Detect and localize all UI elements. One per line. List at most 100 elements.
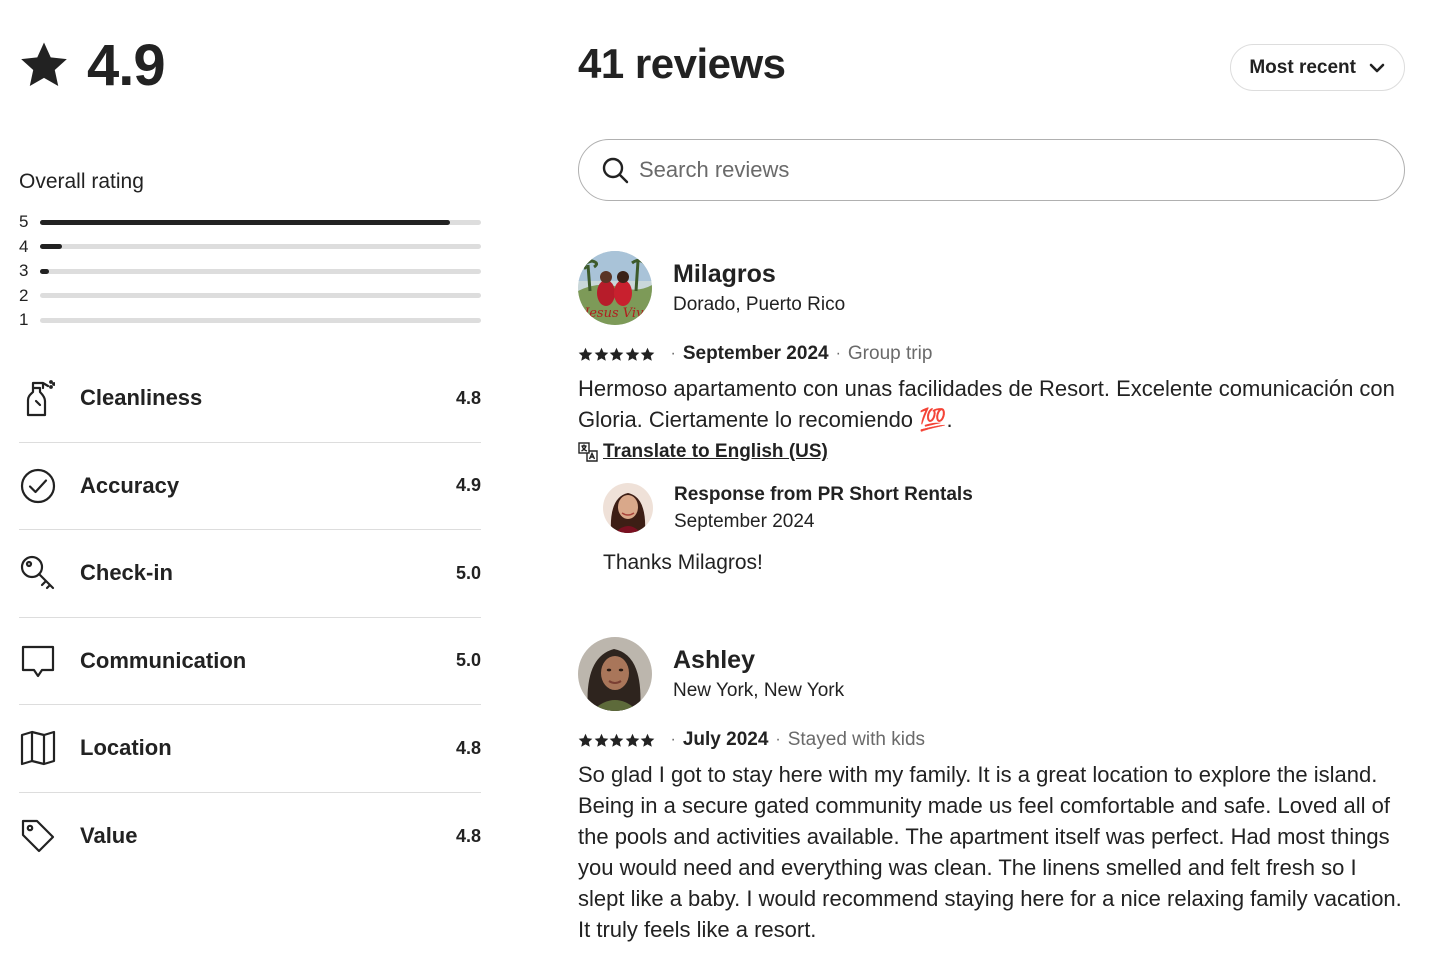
distribution-label: 5 [19, 212, 29, 232]
distribution-bar-track [40, 244, 481, 250]
distribution-bar-track [40, 293, 481, 299]
category-name: Accuracy [80, 472, 180, 498]
trip-type: Stayed with kids [787, 729, 926, 750]
response-text: Thanks Milagros! [603, 551, 763, 574]
separator-dot: · [775, 731, 781, 748]
distribution-label: 4 [19, 236, 29, 256]
star-icon [594, 733, 608, 747]
separator-dot: · [835, 345, 841, 362]
star-icon [578, 733, 593, 747]
distribution-label: 2 [19, 285, 29, 305]
distribution-bar-fill [40, 219, 451, 225]
reviewer-header: Ashley New York, New York [578, 637, 1405, 711]
category-name: Value [80, 823, 138, 849]
review-meta: · July 2024 · Stayed with kids [578, 729, 1405, 751]
distribution-row: 4 [19, 235, 481, 260]
distribution-bar-track [40, 268, 481, 274]
host-response: Response from PR Short Rentals September… [603, 483, 1405, 575]
category-score: 4.8 [455, 737, 481, 758]
reviews-count-title: 41 reviews [578, 40, 786, 87]
separator-dot: · [670, 731, 676, 748]
spray-bottle-icon [19, 379, 57, 417]
category-score: 4.8 [455, 387, 481, 408]
distribution-label: 1 [19, 310, 29, 330]
distribution-row: 5 [19, 210, 481, 235]
response-title: Response from PR Short Rentals [674, 483, 973, 505]
host-response-header: Response from PR Short Rentals September… [603, 483, 1405, 533]
category-accuracy: Accuracy 4.9 [19, 443, 481, 530]
category-name: Location [80, 735, 172, 761]
distribution-bar-fill [40, 268, 49, 274]
category-location: Location 4.8 [19, 705, 481, 793]
chat-bubble-icon [19, 642, 57, 680]
category-score: 4.9 [455, 475, 481, 496]
star-icon [625, 347, 639, 361]
chevron-down-icon [1369, 63, 1385, 72]
category-cleanliness: Cleanliness 4.8 [19, 355, 481, 443]
sort-label: Most recent [1249, 56, 1356, 78]
search-reviews-field[interactable] [578, 139, 1405, 201]
star-icon [594, 347, 608, 361]
translate-link-row: Translate to English (US) [578, 441, 1405, 463]
category-name: Communication [80, 647, 247, 673]
star-icon [640, 347, 655, 361]
avatar[interactable] [603, 483, 653, 533]
check-circle-icon [19, 467, 57, 505]
star-icon [625, 733, 639, 747]
tag-icon [19, 817, 57, 855]
rating-distribution: 5 4 3 2 1 [19, 210, 481, 333]
category-score: 5.0 [455, 562, 481, 583]
distribution-bar-fill [40, 244, 63, 250]
distribution-bar-track [40, 219, 481, 225]
distribution-row: 1 [19, 308, 481, 333]
separator-dot: · [670, 345, 676, 362]
reviewer-name: Ashley [673, 646, 755, 674]
star-rating [578, 733, 656, 748]
distribution-row: 3 [19, 259, 481, 284]
search-icon [602, 157, 629, 184]
response-date: September 2024 [674, 510, 815, 532]
key-icon [19, 554, 57, 592]
review-text: So glad I got to stay here with my famil… [578, 762, 1402, 942]
overall-score: 4.9 [19, 30, 481, 100]
star-icon [609, 347, 624, 361]
rating-summary: 4.9 Overall rating 5 4 3 2 1 Cleanliness… [19, 30, 481, 853]
review-date: September 2024 [682, 343, 829, 364]
distribution-row: 2 [19, 284, 481, 309]
trip-type: Group trip [847, 343, 933, 364]
distribution-bar-track [40, 317, 481, 323]
map-icon [19, 729, 57, 767]
overall-rating-title: Overall rating [19, 170, 144, 193]
category-score: 5.0 [455, 650, 481, 671]
avatar[interactable]: Jesus Vive [578, 251, 652, 325]
star-icon [578, 347, 593, 361]
review-item: Jesus Vive Milagros Dorado, Puerto Rico … [578, 251, 1405, 575]
reviews-panel: 41 reviews Most recent Search reviews Je… [578, 0, 1405, 960]
translate-link[interactable]: Translate to English (US) [603, 441, 828, 463]
reviewer-location: New York, New York [673, 680, 845, 701]
distribution-label: 3 [19, 261, 29, 281]
translate-icon [578, 442, 598, 462]
category-name: Check-in [80, 560, 173, 586]
review-meta: · September 2024 · Group trip [578, 343, 1405, 365]
category-ratings: Cleanliness 4.8 Accuracy 4.9 Check-in 5.… [19, 355, 481, 880]
avatar[interactable] [578, 637, 652, 711]
reviewer-header: Jesus Vive Milagros Dorado, Puerto Rico [578, 251, 1405, 325]
star-rating [578, 347, 656, 362]
category-communication: Communication 5.0 [19, 618, 481, 705]
star-icon [640, 733, 655, 747]
category-value: Value 4.8 [19, 793, 481, 881]
review-text: Hermoso apartamento con unas facilidades… [578, 376, 1395, 432]
overall-score-value: 4.9 [87, 32, 166, 98]
star-icon [21, 42, 67, 86]
reviewer-location: Dorado, Puerto Rico [673, 294, 846, 315]
sort-dropdown[interactable]: Most recent [1230, 44, 1405, 91]
search-input[interactable] [639, 157, 1339, 183]
category-name: Cleanliness [80, 385, 203, 411]
category-score: 4.8 [455, 825, 481, 846]
review-item: Ashley New York, New York · July 2024 · … [578, 637, 1405, 945]
reviewer-name: Milagros [673, 260, 776, 288]
review-date: July 2024 [682, 729, 769, 750]
svg-text:Jesus Vive: Jesus Vive [581, 306, 651, 321]
category-check-in: Check-in 5.0 [19, 530, 481, 618]
